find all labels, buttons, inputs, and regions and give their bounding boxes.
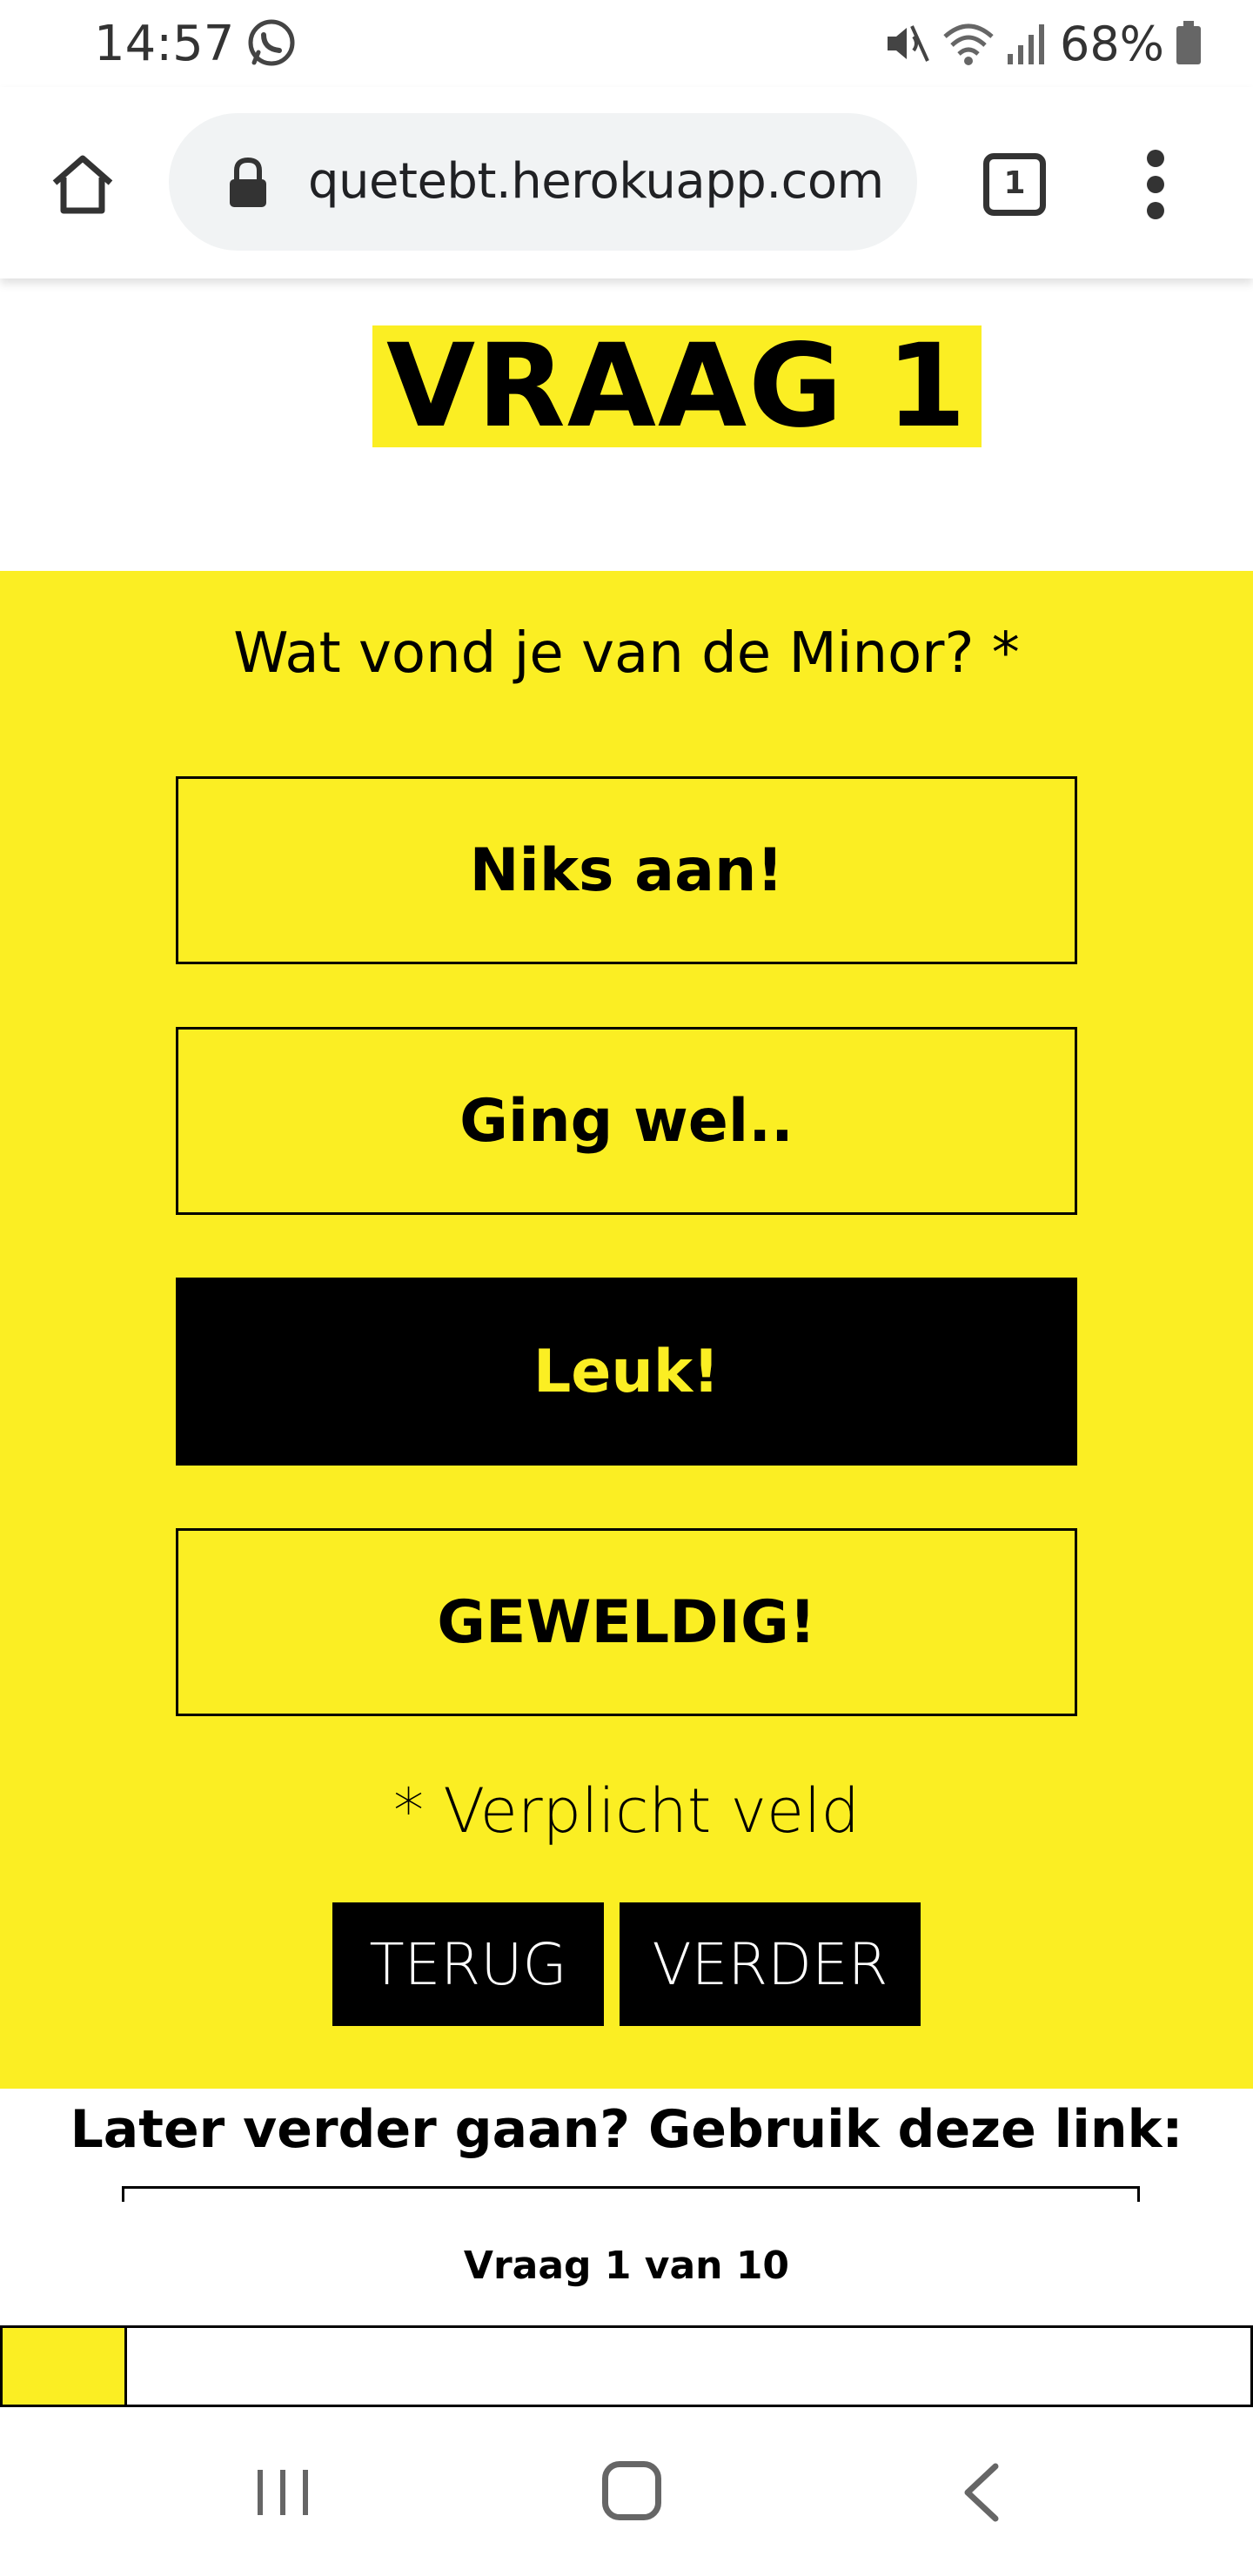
- progress-footer: Vraag 1 van 10: [0, 2202, 1253, 2411]
- recent-apps-icon[interactable]: [254, 2466, 312, 2519]
- battery-icon: [1176, 21, 1201, 64]
- resume-later-text: Later verder gaan? Gebruik deze link:: [70, 2099, 1183, 2160]
- required-field-note: * Verplicht veld: [393, 1775, 860, 1847]
- wifi-icon: [943, 23, 994, 65]
- battery-percentage: 68%: [1059, 16, 1164, 71]
- tab-switcher-button[interactable]: 1: [983, 153, 1046, 216]
- status-bar: 14:57 68%: [0, 0, 1253, 87]
- status-time: 14:57: [94, 16, 235, 72]
- browser-toolbar: quetebt.herokuapp.com 1: [0, 87, 1253, 278]
- home-nav-icon[interactable]: [602, 2461, 661, 2520]
- address-bar[interactable]: quetebt.herokuapp.com: [169, 113, 917, 251]
- page-title: VRAAG 1: [372, 325, 982, 447]
- status-icons: 68%: [882, 12, 1203, 75]
- progress-bar-fill: [3, 2328, 128, 2405]
- question-text: Wat vond je van de Minor? *: [233, 621, 1020, 686]
- next-button[interactable]: VERDER: [620, 1902, 921, 2026]
- back-button[interactable]: TERUG: [332, 1902, 604, 2026]
- whatsapp-icon: [248, 19, 295, 66]
- lock-icon: [230, 157, 266, 207]
- answer-option-ging-wel[interactable]: Ging wel..: [176, 1027, 1077, 1215]
- resume-later-section: Later verder gaan? Gebruik deze link:: [0, 2089, 1253, 2202]
- home-icon[interactable]: [48, 150, 117, 219]
- mute-icon: [887, 25, 929, 62]
- resume-link-field[interactable]: [122, 2186, 1140, 2202]
- url-text[interactable]: quetebt.herokuapp.com: [308, 153, 891, 210]
- progress-label: Vraag 1 van 10: [463, 2244, 790, 2288]
- overflow-menu-icon[interactable]: [1138, 150, 1173, 219]
- system-nav-bar: [0, 2411, 1253, 2576]
- progress-bar: [0, 2325, 1253, 2407]
- title-section: VRAAG 1: [0, 278, 1253, 571]
- question-section: Wat vond je van de Minor? * Niks aan! Gi…: [0, 571, 1253, 2089]
- back-nav-icon[interactable]: [957, 2461, 1006, 2524]
- answer-option-niks-aan[interactable]: Niks aan!: [176, 776, 1077, 964]
- answer-option-geweldig[interactable]: GEWELDIG!: [176, 1528, 1077, 1716]
- answer-option-leuk[interactable]: Leuk!: [176, 1278, 1077, 1466]
- signal-icon: [1007, 24, 1044, 64]
